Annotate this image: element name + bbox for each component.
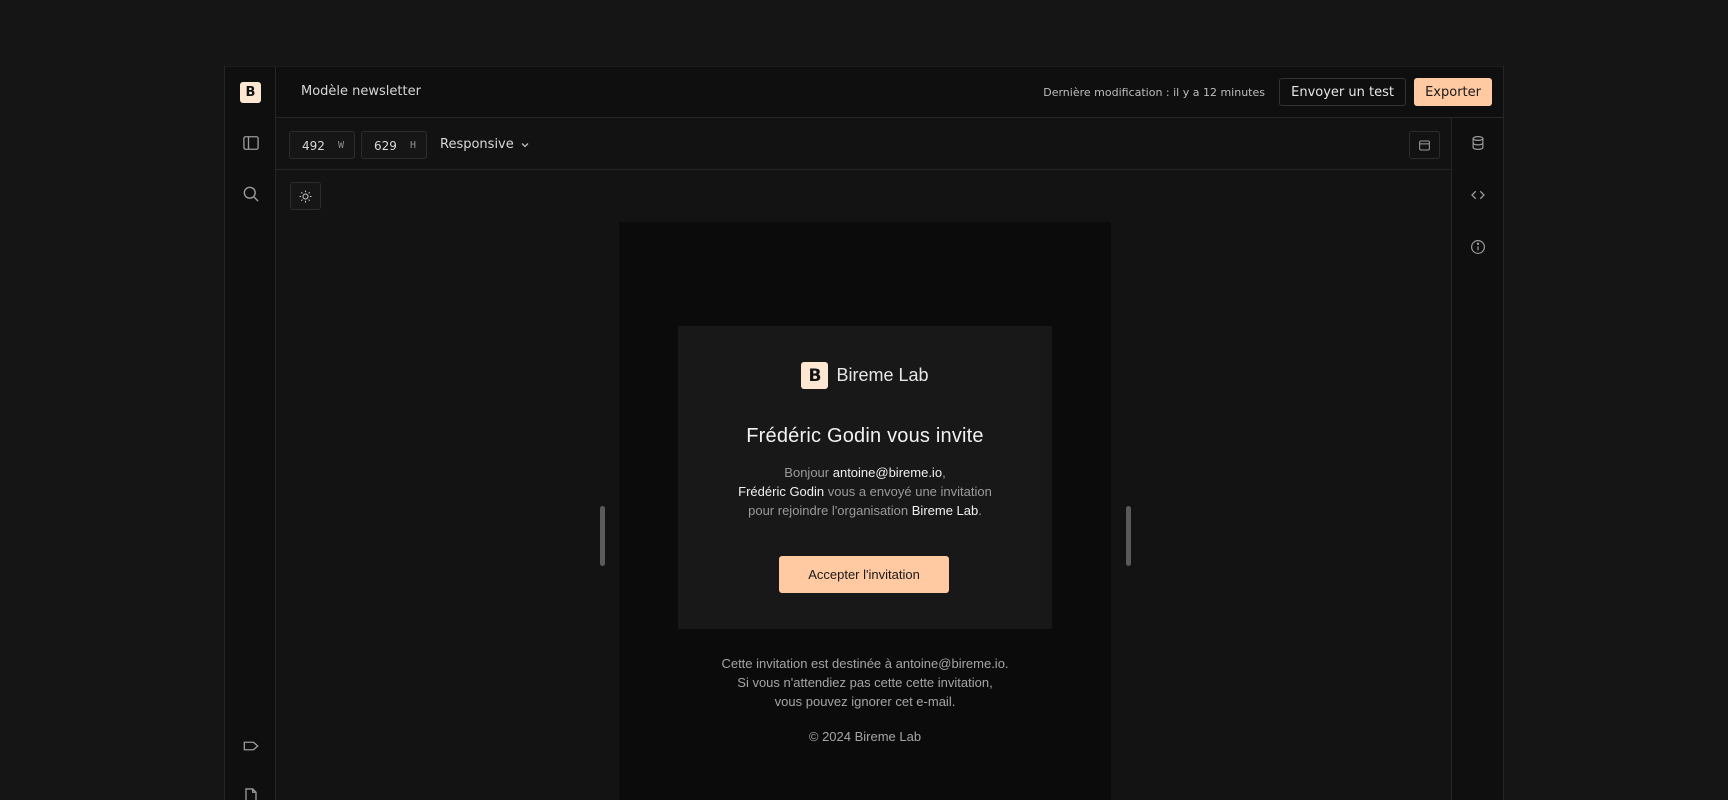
org-name: Bireme Lab bbox=[911, 503, 979, 518]
preview-canvas: B Bireme Lab Frédéric Godin vous invite … bbox=[276, 170, 1451, 800]
greeting-suffix: , bbox=[942, 465, 946, 480]
footer-line-2: Si vous n'attendiez pas cette cette invi… bbox=[737, 675, 993, 690]
last-modified: Dernière modification : il y a 12 minute… bbox=[1043, 86, 1265, 99]
height-input[interactable]: 629 H bbox=[361, 131, 427, 159]
greeting-line: Bonjour antoine@bireme.io, bbox=[678, 463, 1052, 482]
width-unit: W bbox=[337, 140, 344, 151]
invitation-card: B Bireme Lab Frédéric Godin vous invite … bbox=[678, 326, 1052, 629]
height-unit: H bbox=[409, 140, 416, 151]
top-bar: Modèle newsletter Dernière modification … bbox=[276, 67, 1503, 118]
file-icon[interactable] bbox=[240, 785, 262, 800]
invite-text: vous a envoyé une invitation bbox=[827, 484, 992, 499]
email-heading: Frédéric Godin vous invite bbox=[746, 425, 984, 447]
resize-handle-left[interactable] bbox=[600, 506, 605, 566]
sidebar-toggle-icon[interactable] bbox=[240, 132, 262, 154]
theme-toggle-button[interactable] bbox=[290, 182, 321, 210]
search-icon[interactable] bbox=[240, 183, 262, 205]
email-brand: B Bireme Lab bbox=[678, 362, 1052, 389]
inviter-name: Frédéric Godin bbox=[738, 484, 825, 499]
resize-handle-right[interactable] bbox=[1126, 506, 1131, 566]
preview-toolbar: 492 W 629 H Responsive bbox=[276, 118, 1451, 170]
left-sidebar: B bbox=[225, 67, 276, 800]
email-preview-frame: B Bireme Lab Frédéric Godin vous invite … bbox=[619, 222, 1111, 800]
footer-line-1: Cette invitation est destinée à antoine@… bbox=[721, 656, 1009, 671]
layout-toggle-button[interactable] bbox=[1409, 131, 1440, 159]
accept-invitation-button[interactable]: Accepter l'invitation bbox=[779, 556, 949, 593]
join-line: pour rejoindre l'organisation Bireme Lab… bbox=[678, 501, 1052, 520]
responsive-label: Responsive bbox=[440, 137, 514, 152]
responsive-dropdown[interactable]: Responsive bbox=[440, 137, 530, 152]
greeting-prefix: Bonjour bbox=[784, 465, 830, 480]
send-test-button[interactable]: Envoyer un test bbox=[1279, 78, 1406, 106]
width-value: 492 bbox=[302, 139, 325, 153]
brand-logo: B bbox=[801, 362, 829, 389]
app-logo[interactable]: B bbox=[240, 82, 261, 103]
app-window: B Modèle newsletter Dernière modificatio… bbox=[224, 66, 1504, 800]
recipient-email: antoine@bireme.io bbox=[832, 465, 943, 480]
code-icon[interactable] bbox=[1467, 184, 1489, 206]
width-input[interactable]: 492 W bbox=[289, 131, 355, 159]
height-value: 629 bbox=[374, 139, 397, 153]
chevron-down-icon bbox=[521, 142, 529, 147]
tag-icon[interactable] bbox=[240, 735, 262, 757]
document-title: Modèle newsletter bbox=[301, 84, 421, 99]
right-sidebar bbox=[1451, 118, 1503, 800]
invite-line: Frédéric Godin vous a envoyé une invitat… bbox=[678, 482, 1052, 501]
email-footer: Cette invitation est destinée à antoine@… bbox=[619, 654, 1111, 711]
info-icon[interactable] bbox=[1467, 236, 1489, 258]
last-modified-value: il y a 12 minutes bbox=[1173, 86, 1265, 99]
copyright: © 2024 Bireme Lab bbox=[808, 729, 922, 744]
export-button[interactable]: Exporter bbox=[1414, 78, 1492, 106]
sun-icon bbox=[299, 190, 312, 202]
email-body: Bonjour antoine@bireme.io, Frédéric Godi… bbox=[678, 463, 1052, 520]
footer-line-3: vous pouvez ignorer cet e-mail. bbox=[774, 694, 956, 709]
last-modified-label: Dernière modification : bbox=[1043, 86, 1170, 99]
database-icon[interactable] bbox=[1467, 132, 1489, 154]
join-text: pour rejoindre l'organisation bbox=[748, 503, 909, 518]
brand-name: Bireme Lab bbox=[836, 365, 929, 385]
panel-icon bbox=[1419, 140, 1430, 150]
join-period: . bbox=[978, 503, 982, 518]
